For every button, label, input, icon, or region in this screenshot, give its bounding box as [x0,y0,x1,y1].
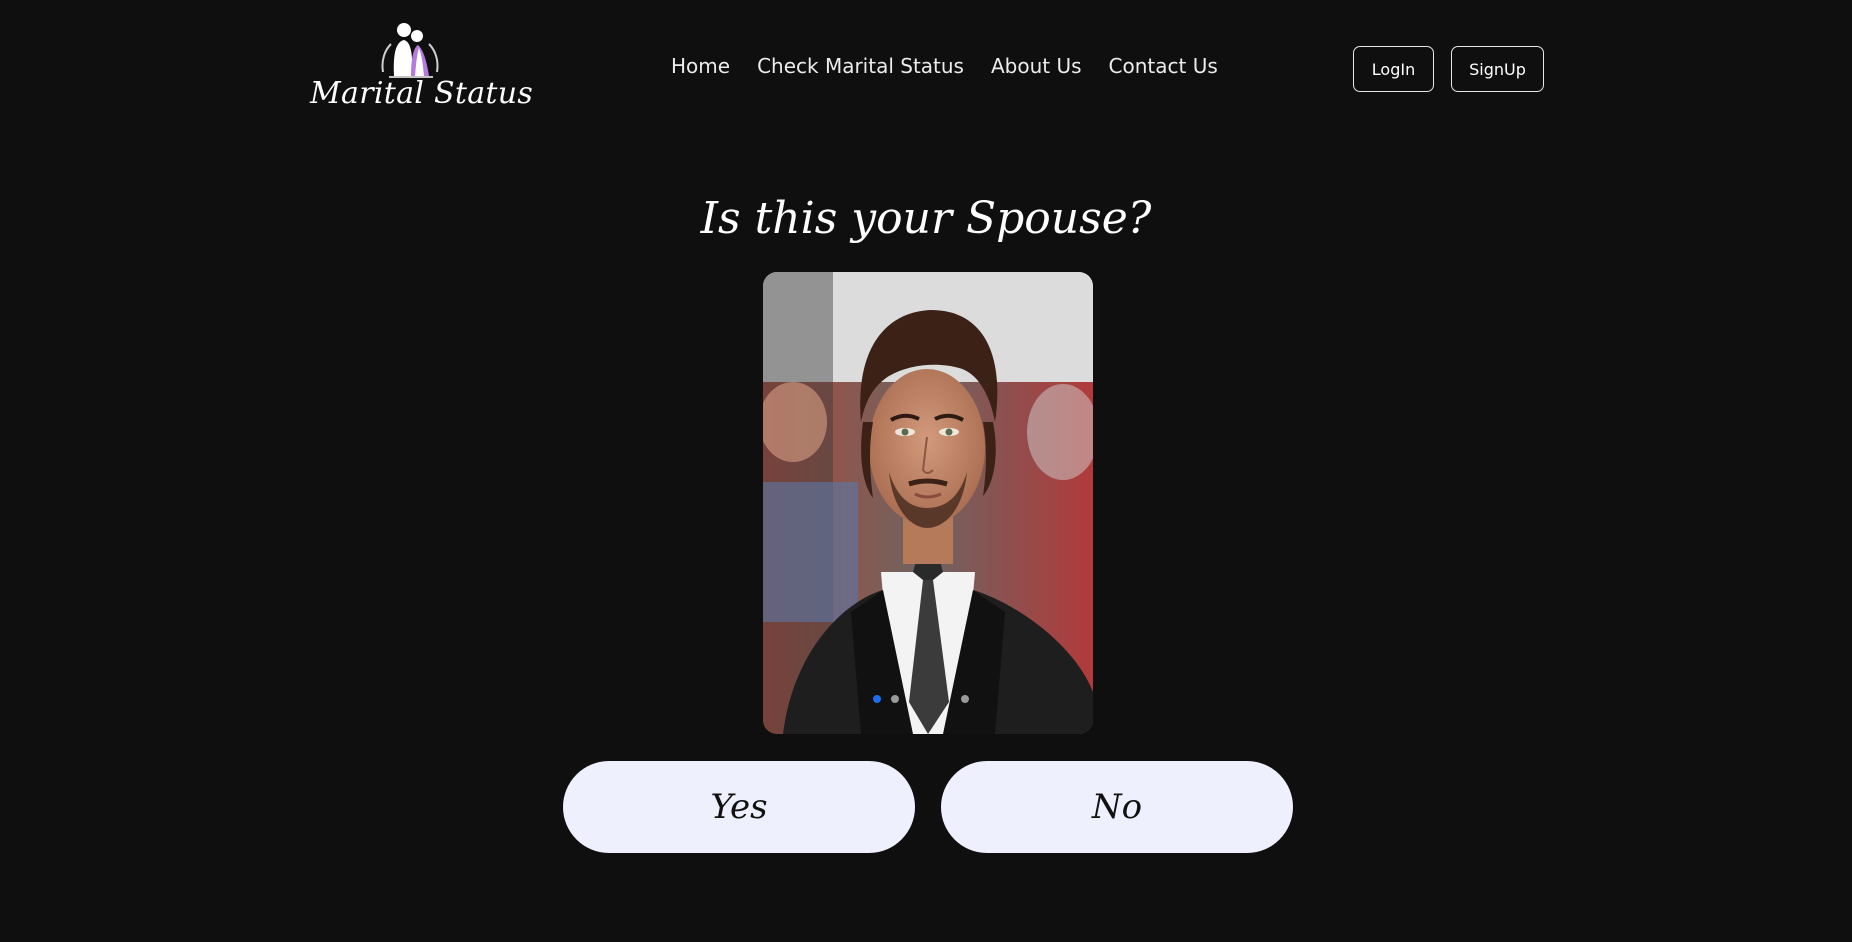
page-title: Is this your Spouse? [700,193,1152,244]
nav-home[interactable]: Home [671,54,730,78]
carousel-dot-2[interactable] [891,695,899,703]
nav-contact-us[interactable]: Contact Us [1109,54,1218,78]
signup-button[interactable]: SignUp [1451,46,1544,92]
carousel-dot-3[interactable] [961,695,969,703]
nav-about-us[interactable]: About Us [991,54,1082,78]
photo-carousel[interactable] [763,272,1093,734]
nav-check-marital-status[interactable]: Check Marital Status [757,54,964,78]
no-button[interactable]: No [941,761,1293,853]
main-nav: Home Check Marital Status About Us Conta… [671,54,1218,78]
page: Marital Status Home Check Marital Status… [0,0,1852,942]
carousel-dot-1[interactable] [873,695,881,703]
yes-button[interactable]: Yes [563,761,915,853]
logo-text: Marital Status [310,76,534,111]
carousel-indicators [763,695,1093,703]
logo[interactable]: Marital Status [310,20,534,116]
login-button[interactable]: LogIn [1353,46,1434,92]
couple-logo-icon [381,23,439,78]
person-photo [763,272,1093,734]
